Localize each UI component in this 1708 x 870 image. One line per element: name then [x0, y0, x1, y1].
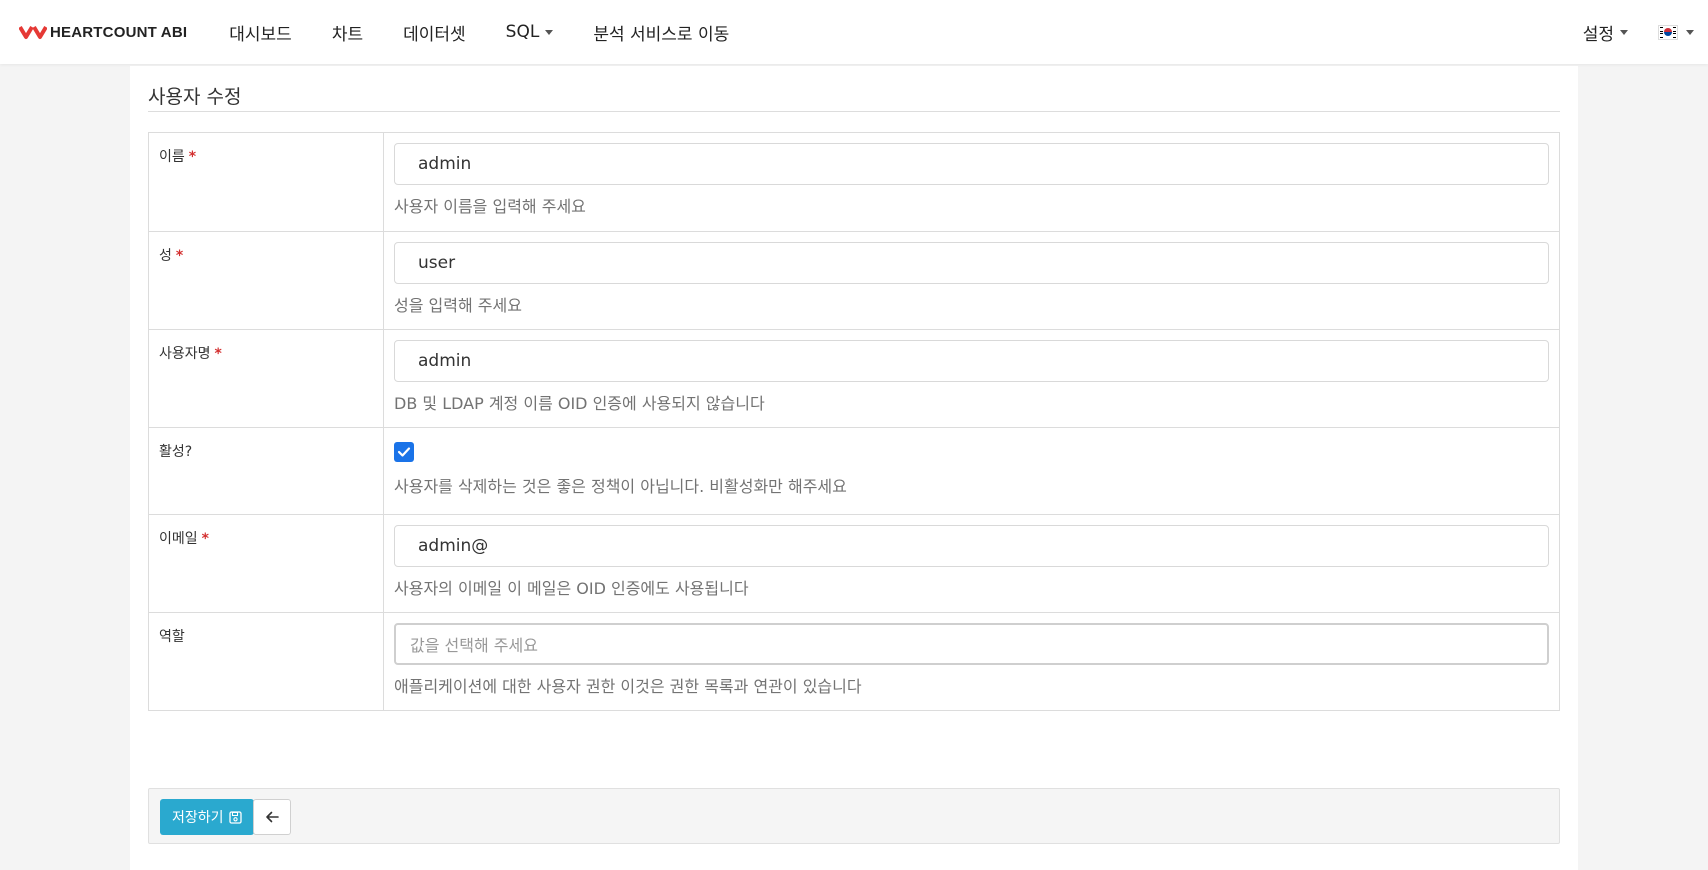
role-select[interactable]: 값을 선택해 주세요 — [394, 623, 1549, 665]
required-marker: * — [214, 346, 222, 362]
active-label-text: 활성? — [159, 444, 193, 460]
form-row-last-name: 성 * user 성을 입력해 주세요 — [149, 231, 1559, 329]
active-label: 활성? — [149, 428, 384, 514]
nav-datasets[interactable]: 데이터셋 — [403, 20, 466, 45]
form-row-role: 역할 값을 선택해 주세요 애플리케이션에 대한 사용자 권한 이것은 권한 목… — [149, 612, 1559, 710]
nav-datasets-label: 데이터셋 — [403, 24, 466, 45]
back-button[interactable] — [253, 799, 291, 835]
nav-settings[interactable]: 설정 — [1583, 20, 1628, 45]
username-label-text: 사용자명 — [159, 346, 211, 362]
first-name-label-text: 이름 — [159, 149, 185, 165]
form-row-active: 활성? 사용자를 삭제하는 것은 좋은 정책이 아닙니다. 비활성화만 해주세요 — [149, 427, 1559, 514]
page-title: 사용자 수정 — [148, 86, 242, 108]
nav-sql-label: SQL — [505, 22, 540, 42]
nav-dashboard-label: 대시보드 — [229, 24, 292, 45]
divider — [148, 111, 1560, 112]
email-label: 이메일 * — [149, 515, 384, 612]
first-name-value: admin — [418, 154, 472, 174]
chevron-down-icon — [1620, 29, 1628, 35]
required-marker: * — [188, 149, 197, 165]
username-input[interactable]: admin — [394, 340, 1549, 382]
last-name-help: 성을 입력해 주세요 — [394, 296, 522, 315]
nav-charts-label: 차트 — [331, 24, 364, 45]
language-selector[interactable] — [1658, 24, 1694, 40]
top-navbar: HEARTCOUNT ABI 대시보드 차트 데이터셋 SQL 분석 서비스로 … — [0, 0, 1708, 64]
required-marker: * — [175, 248, 184, 264]
chevron-down-icon — [1686, 29, 1694, 35]
last-name-value: user — [418, 253, 456, 273]
brand-name: HEARTCOUNT ABI — [50, 23, 188, 41]
nav-charts[interactable]: 차트 — [332, 20, 363, 45]
edit-user-panel: 사용자 수정 이름 * admin 사용자 이름을 입력해 주세요 성 * user… — [130, 66, 1578, 870]
form-row-first-name: 이름 * admin 사용자 이름을 입력해 주세요 — [149, 133, 1559, 231]
role-label-text: 역할 — [159, 629, 185, 645]
username-value: admin — [418, 351, 472, 371]
form-row-username: 사용자명 * admin DB 및 LDAP 계정 이름 OID 인증에 사용되지… — [149, 329, 1559, 427]
edit-user-form: 이름 * admin 사용자 이름을 입력해 주세요 성 * user 성을 입력해… — [148, 132, 1560, 711]
chevron-down-icon — [545, 29, 554, 35]
nav-analysis-service[interactable]: 분석 서비스로 이동 — [593, 20, 729, 45]
email-input[interactable]: admin@ — [394, 525, 1549, 567]
nav-sql[interactable]: SQL — [506, 22, 554, 42]
last-name-label-text: 성 — [159, 248, 172, 264]
role-placeholder: 값을 선택해 주세요 — [410, 636, 538, 655]
form-row-email: 이메일 * admin@ 사용자의 이메일 이 메일은 OID 인증에도 사용됩니… — [149, 514, 1559, 612]
last-name-label: 성 * — [149, 232, 384, 329]
brand-logo[interactable]: HEARTCOUNT ABI — [19, 24, 187, 41]
save-button[interactable]: 저장하기 — [160, 799, 254, 835]
save-button-label: 저장하기 — [172, 810, 224, 826]
checkmark-icon — [397, 447, 411, 457]
email-value: admin@ — [418, 536, 489, 556]
nav-analysis-label: 분석 서비스로 이동 — [593, 24, 730, 45]
role-label: 역할 — [149, 613, 384, 710]
arrow-left-icon — [266, 811, 279, 823]
required-marker: * — [201, 531, 209, 547]
first-name-input[interactable]: admin — [394, 143, 1549, 185]
active-help: 사용자를 삭제하는 것은 좋은 정책이 아닙니다. 비활성화만 해주세요 — [394, 477, 847, 496]
username-help: DB 및 LDAP 계정 이름 OID 인증에 사용되지 않습니다 — [394, 394, 765, 413]
email-help: 사용자의 이메일 이 메일은 OID 인증에도 사용됩니다 — [394, 579, 749, 598]
first-name-help: 사용자 이름을 입력해 주세요 — [394, 197, 586, 216]
username-label: 사용자명 * — [149, 330, 384, 427]
role-help: 애플리케이션에 대한 사용자 권한 이것은 권한 목록과 연관이 있습니다 — [394, 677, 862, 696]
email-label-text: 이메일 — [159, 531, 198, 547]
first-name-label: 이름 * — [149, 133, 384, 231]
nav-dashboard[interactable]: 대시보드 — [229, 20, 292, 45]
floppy-disk-icon — [228, 810, 242, 824]
nav-settings-label: 설정 — [1582, 24, 1614, 45]
last-name-input[interactable]: user — [394, 242, 1549, 284]
form-actions: 저장하기 — [148, 788, 1560, 844]
heartcount-logo-icon — [19, 25, 47, 39]
active-checkbox[interactable] — [394, 442, 414, 462]
kr-flag-icon — [1658, 24, 1678, 40]
